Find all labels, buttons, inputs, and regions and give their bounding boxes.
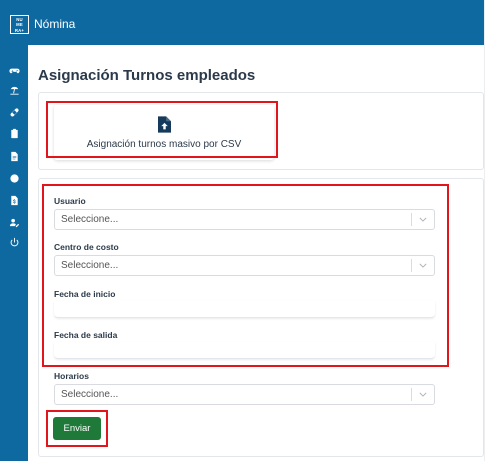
pill-icon[interactable] [7, 105, 21, 119]
file-dollar-icon[interactable] [7, 193, 21, 207]
chevron-down-icon [412, 392, 434, 397]
app-title: Nómina [34, 17, 76, 31]
highlight-form [42, 184, 449, 367]
page-title: Asignación Turnos empleados [38, 67, 256, 84]
top-bar: NU ME RA+ Nómina [0, 0, 484, 45]
moon-icon[interactable] [7, 171, 21, 185]
beach-icon[interactable] [7, 83, 21, 97]
highlight-csv [46, 101, 278, 158]
horarios-placeholder: Seleccione... [61, 389, 119, 400]
horarios-label: Horarios [54, 371, 89, 381]
app-logo[interactable]: NU ME RA+ [10, 15, 29, 34]
highlight-submit [46, 410, 108, 447]
document-icon[interactable] [7, 149, 21, 163]
clipboard-icon[interactable] [7, 126, 21, 140]
page-edge-divider [484, 0, 485, 461]
horarios-select[interactable]: Seleccione... [54, 384, 435, 405]
user-edit-icon[interactable] [7, 215, 21, 229]
gamepad-icon[interactable] [7, 63, 21, 77]
sidebar [0, 45, 28, 461]
power-icon[interactable] [7, 235, 21, 249]
